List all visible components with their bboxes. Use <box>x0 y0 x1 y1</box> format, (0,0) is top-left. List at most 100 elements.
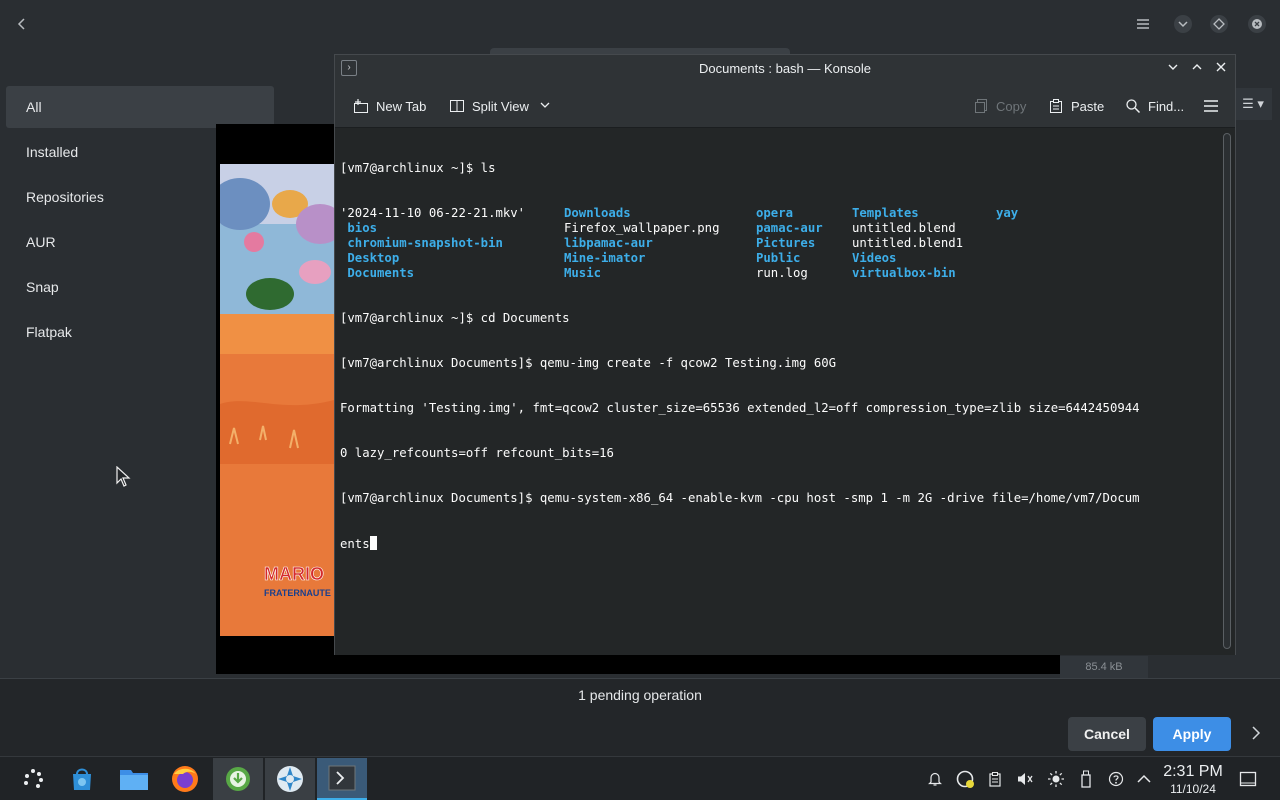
ls-directory-entry: Music <box>564 266 602 280</box>
ls-row: '2024-11-10 06-22-21.mkv' Downloads opera T… <box>340 206 1219 221</box>
minimize-icon[interactable] <box>1163 59 1183 79</box>
ls-directory-entry: pamac-aur <box>756 221 823 235</box>
expand-tray-icon[interactable] <box>1134 769 1154 789</box>
pending-operations-text: 1 pending operation <box>578 687 702 703</box>
copy-button[interactable]: Copy <box>973 95 1026 117</box>
ls-directory-entry: opera <box>756 206 794 220</box>
find-button[interactable]: Find... <box>1125 95 1184 117</box>
close-circle-icon[interactable] <box>1245 12 1269 36</box>
konsole-titlebar[interactable]: › Documents : bash — Konsole <box>335 55 1235 83</box>
ls-directory-entry: chromium-snapshot-bin <box>340 236 503 250</box>
ls-row: Desktop Mine-imator Public Videos <box>340 251 1219 266</box>
ls-directory-entry: Public <box>756 251 801 265</box>
ls-file-entry: run.log <box>756 266 808 280</box>
transaction-panel: 1 pending operation Cancel Apply <box>0 678 1280 756</box>
game-screenshot-image: MARIO FRATERNAUTE <box>220 164 334 636</box>
app-launcher-icon[interactable] <box>8 758 58 800</box>
usb-device-icon[interactable] <box>1076 769 1096 789</box>
chevron-down-icon[interactable] <box>539 99 551 114</box>
clipboard-icon[interactable] <box>985 769 1005 789</box>
ls-file-entry: Firefox_wallpaper.png <box>564 221 720 235</box>
clock-date[interactable]: 11/10/24 <box>1160 782 1226 796</box>
hamburger-menu-button[interactable] <box>1203 95 1226 117</box>
clock-time[interactable]: 2:31 PM <box>1160 763 1226 781</box>
view-menu-button[interactable]: ☰ ▾ <box>1234 88 1272 120</box>
firefox-icon[interactable] <box>160 758 210 800</box>
file-manager-icon[interactable] <box>109 758 159 800</box>
terminal-line: [vm7@archlinux Documents]$ qemu-img crea… <box>340 356 837 370</box>
ls-row: bios Firefox_wallpaper.png pamac-aur untitl… <box>340 221 1219 236</box>
cancel-button[interactable]: Cancel <box>1068 717 1146 751</box>
hamburger-menu-icon <box>1203 98 1219 114</box>
terminal-line: [vm7@archlinux Documents]$ qemu-system-x… <box>340 491 1140 505</box>
ls-directory-entry: Templates <box>852 206 919 220</box>
app-header <box>0 0 1280 48</box>
chevron-down-icon[interactable] <box>1171 12 1195 36</box>
chevron-right-icon[interactable] <box>1246 725 1266 745</box>
split-view-icon <box>449 98 465 114</box>
ls-directory-entry: yay <box>996 206 1019 220</box>
new-tab-button[interactable]: New Tab <box>353 95 426 117</box>
sidebar-item-all[interactable]: All <box>6 86 274 128</box>
terminal-scrollbar[interactable] <box>1219 129 1235 655</box>
ls-directory-entry: Videos <box>852 251 897 265</box>
hamburger-menu-icon[interactable] <box>1131 12 1155 36</box>
maximize-icon[interactable] <box>1187 59 1207 79</box>
copy-icon <box>973 98 989 114</box>
brightness-icon[interactable] <box>1046 769 1066 789</box>
konsole-window[interactable]: › Documents : bash — Konsole New Tab Spl… <box>334 54 1236 655</box>
file-size-label: 85.4 kB <box>1060 656 1148 678</box>
search-icon <box>1125 98 1141 114</box>
ls-directory-entry: libpamac-aur <box>564 236 653 250</box>
ls-file-entry: '2024-11-10 06-22-21.mkv' <box>340 206 526 220</box>
volume-muted-icon[interactable] <box>1015 769 1035 789</box>
package-manager-icon[interactable] <box>213 758 263 800</box>
terminal-input-text: ents <box>340 537 370 551</box>
scrollbar-thumb[interactable] <box>1223 133 1231 649</box>
new-tab-label: New Tab <box>376 98 427 114</box>
ls-file-entry: untitled.blend <box>852 221 956 235</box>
ls-row: chromium-snapshot-bin libpamac-aur Picture… <box>340 236 1219 251</box>
ls-directory-entry: Pictures <box>756 236 816 250</box>
terminal-line: 0 lazy_refcounts=off refcount_bits=16 <box>340 446 614 460</box>
paste-button[interactable]: Paste <box>1048 95 1104 117</box>
window-title: Documents : bash — Konsole <box>699 61 871 76</box>
notification-bell-icon[interactable] <box>925 769 945 789</box>
game-logo-text: MARIO <box>264 564 324 584</box>
show-desktop-icon[interactable] <box>1238 769 1258 789</box>
konsole-toolbar: New Tab Split View Copy Paste Find... <box>335 83 1235 128</box>
ls-row: Documents Music run.log virtualbox-bin <box>340 266 1219 281</box>
ls-output: '2024-11-10 06-22-21.mkv' Downloads opera T… <box>340 206 1219 281</box>
taskbar: 2:31 PM 11/10/24 <box>0 756 1280 800</box>
paste-label: Paste <box>1071 98 1105 114</box>
ls-directory-entry: Desktop <box>340 251 400 265</box>
game-app-icon[interactable] <box>265 758 315 800</box>
ls-file-entry: untitled.blend1 <box>852 236 964 250</box>
ls-directory-entry: Documents <box>340 266 415 280</box>
terminal-output[interactable]: [vm7@archlinux ~]$ ls '2024-11-10 06-22-… <box>335 129 1219 655</box>
game-logo-subtitle: FRATERNAUTE <box>264 588 331 598</box>
ls-directory-entry: virtualbox-bin <box>852 266 956 280</box>
apply-button[interactable]: Apply <box>1153 717 1231 751</box>
ls-directory-entry: Downloads <box>564 206 631 220</box>
paste-icon <box>1048 98 1064 114</box>
close-icon[interactable] <box>1211 59 1231 79</box>
split-view-label: Split View <box>472 98 529 114</box>
find-label: Find... <box>1148 98 1185 114</box>
terminal-input-line: ents <box>340 536 1219 551</box>
split-view-button[interactable]: Split View <box>449 95 551 117</box>
back-arrow-icon[interactable] <box>10 12 34 36</box>
mouse-pointer-icon <box>116 465 132 488</box>
terminal-line: [vm7@archlinux ~]$ cd Documents <box>340 311 570 325</box>
update-status-icon[interactable] <box>955 769 975 789</box>
help-icon[interactable] <box>1106 769 1126 789</box>
copy-label: Copy <box>996 98 1027 114</box>
text-cursor <box>369 536 377 550</box>
discover-store-icon[interactable] <box>57 758 107 800</box>
ls-directory-entry: Mine-imator <box>564 251 646 265</box>
terminal-line: Formatting 'Testing.img', fmt=qcow2 clus… <box>340 401 1140 415</box>
konsole-icon[interactable] <box>317 758 367 800</box>
diamond-icon[interactable] <box>1207 12 1231 36</box>
terminal-line: [vm7@archlinux ~]$ ls <box>340 161 496 175</box>
ls-directory-entry: bios <box>340 221 378 235</box>
